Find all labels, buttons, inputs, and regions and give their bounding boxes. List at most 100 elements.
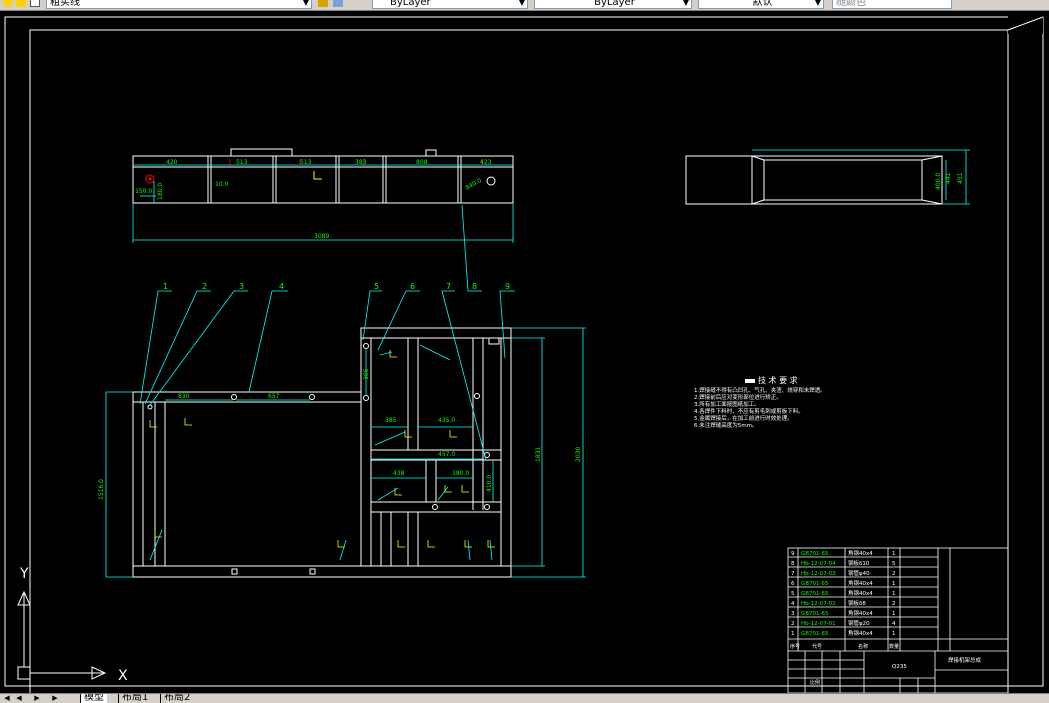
dim-label: 513 (236, 159, 248, 166)
balloon-label: 6 (410, 282, 415, 291)
material-label: Q235 (892, 664, 907, 670)
bom-no: 8 (791, 561, 795, 567)
dim-label: 10.0 (215, 181, 229, 188)
dim-label: 840.0 (465, 177, 484, 192)
dim-label: 830 (178, 393, 190, 400)
side-view-outline (685, 155, 943, 205)
bom-code: GB701-65 (801, 551, 829, 557)
dim-label: 438 (393, 470, 405, 477)
tech-line: 1.焊接缝不得有凸凹孔、气孔、夹渣、烧穿和未焊透。 (694, 386, 826, 394)
top-view-outline (132, 155, 514, 204)
balloon-label: 4 (279, 282, 284, 291)
hole-center (148, 177, 152, 181)
chevron-down-icon: ▼ (814, 0, 821, 7)
bom-no: 1 (791, 631, 795, 637)
dim-label: 3089 (314, 233, 329, 240)
scale-label: 比例 (810, 679, 820, 686)
ucs-icon (17, 590, 107, 680)
color-value: ByLayer (390, 0, 431, 8)
freeze-icon[interactable] (16, 0, 26, 7)
dim-label: 2030 (575, 447, 582, 462)
tech-line: 2.焊接前后应对变形部位进行矫正。 (694, 393, 782, 401)
color-dropdown[interactable]: ByLayer ▼ (372, 0, 528, 9)
dim-label: 808 (416, 159, 428, 166)
bom-spec: 角钢40x4 (848, 589, 873, 597)
balloon-label: 9 (505, 282, 510, 291)
tech-line: 3.所有加工面按图纸加工。 (694, 400, 760, 408)
bom-header: 名称 (858, 643, 868, 650)
bom-qty: 1 (892, 631, 896, 637)
side-view (685, 155, 943, 205)
tech-line: 4.各焊件下料时，不应有剪毛刺或剪板下料。 (694, 407, 804, 415)
dim-label: 1831 (535, 447, 542, 462)
plotstyle-dropdown[interactable]: 随颜色 (832, 0, 952, 9)
bom-qty: 2 (892, 601, 896, 607)
balloon-label: 8 (472, 282, 477, 291)
dim-label: 435.0 (438, 417, 455, 424)
linetype-dropdown[interactable]: ByLayer ▼ (534, 0, 692, 9)
tech-line: 6.未注焊缝高度为5mm。 (694, 421, 757, 429)
bom-code: Hb-12-07-03 (801, 571, 836, 577)
top-view (132, 148, 514, 204)
dim-label: 457.0 (438, 451, 455, 458)
layers-manager-icon[interactable] (333, 0, 343, 7)
lineweight-dropdown[interactable]: 默认 ▼ (698, 0, 824, 9)
balloon-label: 2 (202, 282, 207, 291)
dim-label: 420 (166, 159, 178, 166)
linetype-value: ByLayer (594, 0, 635, 8)
tab-bracket (425, 149, 437, 157)
balloon-label: 1 (163, 282, 168, 291)
ucs-y-label: Y (19, 566, 29, 582)
layer-previous-icon[interactable] (318, 0, 328, 7)
weld-symbol (313, 171, 322, 180)
tech-title: 技 术 要 求 (758, 375, 798, 385)
dim-label: 400.0 (935, 173, 942, 190)
balloon-label: 7 (446, 282, 451, 291)
bom-code: Hb-12-07-01 (801, 621, 836, 627)
bom-qty: 2 (892, 571, 896, 577)
layer-name: 粗实线 (50, 0, 80, 8)
bom-qty: 1 (892, 581, 896, 587)
sheet-outer-border (4, 16, 1044, 687)
bom-spec: 钢管φ20 (848, 619, 870, 627)
dim-label: 383 (355, 159, 367, 166)
dim-label: 385 (385, 417, 397, 424)
bom-code: Hb-12-07-04 (801, 561, 836, 567)
bom-qty: 5 (892, 561, 896, 567)
bom-header: 数量 (889, 643, 899, 650)
layer-state-icon[interactable] (3, 0, 13, 7)
weld-symbols (149, 350, 495, 548)
drawing-title: 焊接机架总成 (948, 656, 982, 664)
balloon-label: 3 (239, 282, 244, 291)
dim-label: 150.0 (135, 188, 152, 195)
bom-no: 4 (791, 601, 795, 607)
bom-header: 序号 (790, 643, 800, 650)
dim-label: 1516.0 (98, 479, 105, 500)
bom-spec: 角钢40x4 (848, 579, 873, 587)
bom-code: Hb-12-07-02 (801, 601, 836, 607)
bom-no: 9 (791, 551, 795, 557)
dim-label: 441 (945, 172, 952, 184)
drawing-canvas[interactable]: 420 513 513 383 808 423 150.0 180.0 10.0… (0, 11, 1049, 695)
dim-label: 380.0 (452, 470, 469, 477)
chevron-down-icon: ▼ (302, 0, 309, 7)
bom-no: 6 (791, 581, 795, 587)
dim-label: 423 (480, 159, 492, 166)
bom-header: 代号 (812, 643, 822, 650)
bom-code: GB701-65 (801, 631, 829, 637)
dim-label: 385 (363, 368, 370, 380)
title-bullet (745, 379, 755, 383)
top-view-dims (132, 159, 514, 243)
front-view-dims (105, 327, 586, 578)
layer-dropdown[interactable]: 粗实线 ▼ (46, 0, 312, 9)
lock-icon[interactable] (30, 0, 40, 7)
dim-label: 410.0 (486, 475, 493, 492)
handle-bracket (230, 148, 293, 156)
bom-spec: 角钢40x4 (848, 549, 873, 557)
bom-no: 5 (791, 591, 795, 597)
bom-no: 3 (791, 611, 795, 617)
bom-qty: 1 (892, 551, 896, 557)
bom-qty: 1 (892, 591, 896, 597)
tech-requirements: 技 术 要 求 1.焊接缝不得有凸凹孔、气孔、夹渣、烧穿和未焊透。 2.焊接前后… (694, 375, 826, 429)
bom-spec: 角钢40x4 (848, 609, 873, 617)
